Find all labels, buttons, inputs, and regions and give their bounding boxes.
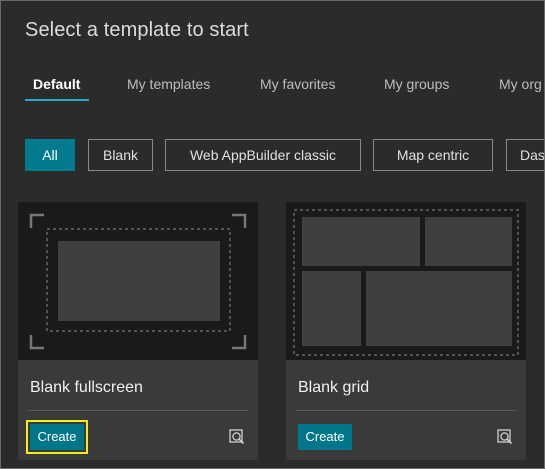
create-button[interactable]: Create — [30, 424, 84, 450]
template-card-blank-grid[interactable]: Blank grid Create — [286, 202, 526, 460]
template-thumbnail — [286, 202, 526, 360]
filter-map-centric[interactable]: Map centric — [373, 139, 493, 171]
template-dialog: Select a template to start Default My te… — [0, 0, 545, 469]
category-filters: All Blank Web AppBuilder classic Map cen… — [25, 139, 544, 173]
tab-my-org[interactable]: My org — [499, 71, 542, 99]
filter-dashboard[interactable]: Dashboard — [506, 139, 544, 171]
card-divider — [296, 410, 516, 411]
tab-my-favorites[interactable]: My favorites — [260, 71, 335, 99]
dialog-title: Select a template to start — [25, 19, 249, 41]
tab-default[interactable]: Default — [33, 71, 80, 99]
tab-my-templates[interactable]: My templates — [127, 71, 210, 99]
create-button[interactable]: Create — [298, 424, 352, 450]
template-tabs: Default My templates My favorites My gro… — [25, 71, 544, 103]
preview-icon[interactable] — [496, 428, 514, 446]
blank-fullscreen-layout-icon — [29, 213, 247, 350]
magnify-preview-icon — [229, 429, 245, 445]
filter-all[interactable]: All — [25, 139, 75, 171]
filter-blank[interactable]: Blank — [88, 139, 153, 171]
template-card-blank-fullscreen[interactable]: Blank fullscreen Create — [18, 202, 258, 460]
filter-web-appbuilder-classic[interactable]: Web AppBuilder classic — [165, 139, 361, 171]
template-thumbnail — [18, 202, 258, 360]
tab-my-groups[interactable]: My groups — [384, 71, 449, 99]
preview-icon[interactable] — [228, 428, 246, 446]
active-tab-underline — [25, 99, 89, 101]
blank-grid-layout-icon — [293, 209, 519, 356]
template-name: Blank fullscreen — [30, 379, 143, 396]
card-divider — [28, 410, 248, 411]
magnify-preview-icon — [497, 429, 513, 445]
template-name: Blank grid — [298, 379, 370, 396]
